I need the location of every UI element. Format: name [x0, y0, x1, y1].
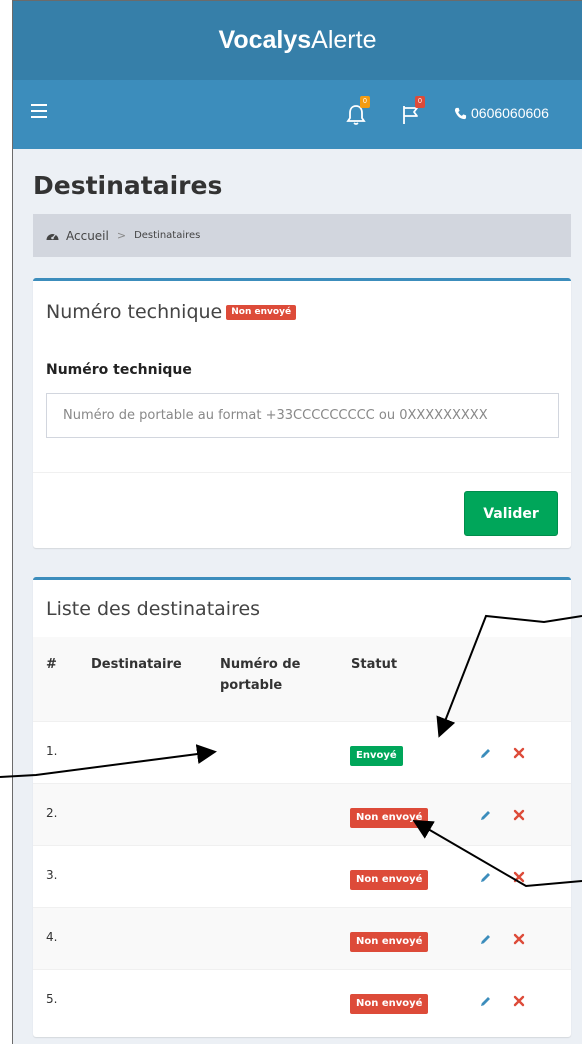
close-icon[interactable]: [513, 995, 525, 1007]
pencil-icon[interactable]: [479, 871, 492, 884]
brand-name-rest: Alerte: [311, 26, 377, 54]
recipients-list-box: Liste des destinataires # Destinataire N…: [33, 577, 571, 1037]
pencil-icon[interactable]: [479, 747, 492, 760]
close-icon[interactable]: [513, 809, 525, 821]
menu-icon[interactable]: [31, 104, 47, 118]
technical-number-label: Numéro technique: [46, 362, 192, 378]
brand-header[interactable]: Vocalys Alerte: [13, 1, 582, 80]
table-row: 1. Envoyé: [33, 721, 571, 783]
submit-button[interactable]: Valider: [464, 491, 558, 536]
technical-number-input[interactable]: [46, 393, 559, 438]
phone-link[interactable]: 0606060606: [454, 105, 549, 121]
breadcrumb-home-link[interactable]: Accueil: [66, 229, 109, 243]
technical-number-box: Numéro technique Non envoyé Numéro techn…: [33, 278, 571, 548]
row-number: 5.: [46, 992, 58, 1006]
phone-number: 0606060606: [471, 105, 549, 121]
status-badge: Non envoyé: [350, 870, 429, 890]
pencil-icon[interactable]: [479, 933, 492, 946]
technical-number-title-text: Numéro technique: [46, 301, 223, 323]
status-badge: Non envoyé: [350, 808, 429, 828]
status-badge: Non envoyé: [350, 994, 429, 1014]
column-header-number: #: [46, 657, 57, 672]
pencil-icon[interactable]: [479, 995, 492, 1008]
column-header-status: Statut: [351, 657, 398, 672]
pencil-icon[interactable]: [479, 809, 492, 822]
phone-icon: [454, 107, 467, 119]
app-frame: Vocalys Alerte 0 0 0606060606 Destinatair…: [12, 0, 582, 1044]
flags-button[interactable]: 0: [401, 96, 431, 130]
notifications-count-badge: 0: [360, 96, 370, 108]
close-icon[interactable]: [513, 933, 525, 945]
row-number: 4.: [46, 930, 58, 944]
recipients-list-title: Liste des destinataires: [46, 598, 261, 620]
close-icon[interactable]: [513, 871, 525, 883]
dashboard-icon: [46, 233, 59, 240]
brand-name-bold: Vocalys: [218, 26, 312, 54]
status-badge: Non envoyé: [350, 932, 429, 952]
page-title: Destinataires: [33, 171, 223, 200]
table-row: 2. Non envoyé: [33, 783, 571, 845]
technical-number-title: Numéro technique Non envoyé: [46, 301, 297, 323]
technical-status-badge: Non envoyé: [226, 304, 297, 320]
table-row: 4. Non envoyé: [33, 907, 571, 969]
breadcrumb-separator: >: [116, 229, 127, 242]
breadcrumb-current: Destinataires: [134, 230, 201, 241]
row-number: 3.: [46, 868, 58, 882]
column-header-phone: Numéro de portable: [220, 657, 301, 693]
table-row: 5. Non envoyé: [33, 969, 571, 1031]
table-header: # Destinataire Numéro de portable Statut: [33, 637, 571, 721]
table-row: 3. Non envoyé: [33, 845, 571, 907]
breadcrumb: Accueil > Destinataires: [33, 214, 571, 257]
row-number: 1.: [46, 744, 58, 758]
box-divider: [33, 472, 571, 473]
column-header-recipient: Destinataire: [91, 657, 182, 672]
notifications-button[interactable]: 0: [346, 96, 376, 130]
row-number: 2.: [46, 806, 58, 820]
top-navbar: 0 0 0606060606: [13, 80, 582, 149]
flags-count-badge: 0: [415, 96, 425, 108]
close-icon[interactable]: [513, 747, 525, 759]
status-badge: Envoyé: [350, 746, 403, 766]
